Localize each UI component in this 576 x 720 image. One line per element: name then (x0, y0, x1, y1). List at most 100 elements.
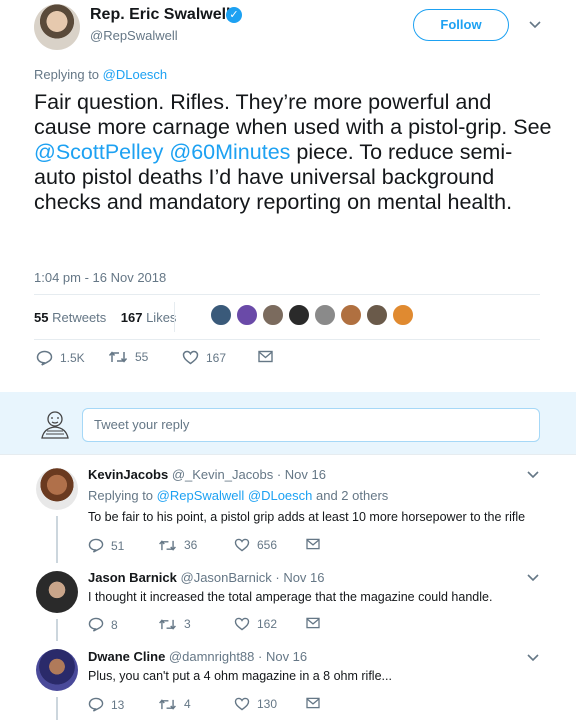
tweet-actions: 1.5K 55 167 (36, 350, 336, 368)
like-button[interactable]: 162 (234, 617, 277, 631)
user-avatar-icon (38, 408, 72, 442)
reply-count: 8 (111, 617, 118, 632)
verified-badge-icon: ✓ (226, 7, 242, 23)
like-button[interactable]: 167 (182, 350, 226, 365)
like-count: 656 (257, 538, 278, 552)
reply-icon (88, 538, 104, 553)
timestamp[interactable]: 1:04 pm - 16 Nov 2018 (34, 270, 166, 285)
reply-header: Dwane Cline @damnright88 · Nov 16 (88, 649, 308, 664)
follow-button[interactable]: Follow (413, 9, 509, 41)
mention-link[interactable]: @ScottPelley (34, 140, 163, 164)
reply-avatar[interactable] (36, 649, 78, 691)
reply-avatar[interactable] (36, 468, 78, 510)
reply-actions: 13 4 130 (88, 697, 348, 713)
retweet-count: 3 (184, 617, 191, 631)
direct-message-button[interactable] (258, 350, 273, 363)
direct-message-button[interactable] (306, 617, 320, 629)
heart-icon (234, 538, 250, 552)
tweet-text: Fair question. Rifles. They’re more powe… (34, 90, 554, 215)
chevron-down-icon[interactable] (526, 470, 540, 480)
retweets-stat[interactable]: 55 Retweets (34, 310, 106, 325)
retweet-icon (108, 350, 128, 364)
liker-avatar[interactable] (365, 303, 389, 327)
reply-date[interactable]: Nov 16 (285, 467, 326, 482)
reply-author-handle[interactable]: @damnright88 (169, 649, 254, 664)
reply-icon (88, 617, 104, 632)
reply-button[interactable]: 13 (88, 697, 124, 712)
like-count: 162 (257, 617, 278, 631)
envelope-icon (306, 697, 320, 709)
chevron-down-icon[interactable] (526, 573, 540, 583)
envelope-icon (258, 350, 273, 363)
reply-tweet[interactable]: KevinJacobs @_Kevin_Jacobs · Nov 16 Repl… (0, 454, 576, 563)
main-tweet: Rep. Eric Swalwell ✓ @RepSwalwell Follow… (0, 0, 576, 392)
retweet-button[interactable]: 36 (158, 538, 197, 552)
replying-to-link[interactable]: @DLoesch (103, 67, 168, 82)
reply-text: I thought it increased the total amperag… (88, 590, 493, 604)
retweet-button[interactable]: 3 (158, 617, 191, 631)
thread-line (56, 697, 58, 720)
mention-link[interactable]: @60Minutes (169, 140, 290, 164)
divider (34, 294, 540, 295)
heart-icon (234, 617, 250, 631)
direct-message-button[interactable] (306, 697, 320, 709)
reply-button[interactable]: 51 (88, 538, 124, 553)
liker-avatar[interactable] (235, 303, 259, 327)
reply-count: 51 (111, 538, 125, 553)
reply-author-name[interactable]: Jason Barnick (88, 570, 177, 585)
reply-author-name[interactable]: Dwane Cline (88, 649, 165, 664)
replying-to: Replying to @DLoesch (34, 67, 167, 82)
liker-avatar[interactable] (391, 303, 415, 327)
divider (34, 339, 540, 340)
reply-author-handle[interactable]: @_Kevin_Jacobs (172, 467, 273, 482)
reply-text: To be fair to his point, a pistol grip a… (88, 510, 526, 524)
reply-author-handle[interactable]: @JasonBarnick (181, 570, 272, 585)
chevron-down-icon[interactable] (526, 653, 540, 663)
retweet-button[interactable]: 4 (158, 697, 191, 711)
retweet-icon (158, 698, 177, 711)
replying-to-link[interactable]: @RepSwalwell @DLoesch (157, 488, 313, 503)
thread-line (56, 516, 58, 563)
reply-text: Plus, you can't put a 4 ohm magazine in … (88, 669, 392, 683)
liker-avatar[interactable] (339, 303, 363, 327)
liker-avatar[interactable] (209, 303, 233, 327)
retweet-count: 55 (135, 350, 149, 364)
retweet-button[interactable]: 55 (108, 350, 148, 364)
thread-line (56, 619, 58, 641)
reply-author-name[interactable]: KevinJacobs (88, 467, 168, 482)
envelope-icon (306, 617, 320, 629)
reply-icon (36, 350, 53, 366)
reply-input[interactable]: Tweet your reply (82, 408, 540, 442)
reply-button[interactable]: 1.5K (36, 350, 85, 366)
reply-tweet[interactable]: Dwane Cline @damnright88 · Nov 16 Plus, … (0, 641, 576, 720)
liker-avatar[interactable] (313, 303, 337, 327)
reply-tweet[interactable]: Jason Barnick @JasonBarnick · Nov 16 I t… (0, 563, 576, 641)
reply-actions: 8 3 162 (88, 617, 348, 633)
retweet-count: 4 (184, 697, 191, 711)
chevron-down-icon[interactable] (528, 20, 542, 30)
reply-icon (88, 697, 104, 712)
reply-date[interactable]: Nov 16 (283, 570, 324, 585)
author-name[interactable]: Rep. Eric Swalwell (90, 6, 231, 24)
like-count: 130 (257, 697, 278, 711)
replying-prefix: Replying to (34, 67, 103, 82)
reply-count: 13 (111, 697, 125, 712)
divider (174, 302, 175, 332)
heart-icon (234, 697, 250, 711)
reply-date[interactable]: Nov 16 (266, 649, 307, 664)
reply-avatar[interactable] (36, 571, 78, 613)
replying-to: Replying to @RepSwalwell @DLoesch and 2 … (88, 488, 389, 503)
likes-stat[interactable]: 167 Likes (121, 310, 177, 325)
direct-message-button[interactable] (306, 538, 320, 550)
liker-avatar[interactable] (261, 303, 285, 327)
reply-header: Jason Barnick @JasonBarnick · Nov 16 (88, 570, 325, 585)
tweet-stats: 55 Retweets 167 Likes (34, 310, 176, 325)
like-count: 167 (206, 350, 227, 365)
retweet-icon (158, 539, 177, 552)
reply-button[interactable]: 8 (88, 617, 118, 632)
liker-avatar[interactable] (287, 303, 311, 327)
author-handle[interactable]: @RepSwalwell (90, 28, 178, 43)
like-button[interactable]: 130 (234, 697, 277, 711)
like-button[interactable]: 656 (234, 538, 277, 552)
author-avatar[interactable] (34, 4, 80, 50)
